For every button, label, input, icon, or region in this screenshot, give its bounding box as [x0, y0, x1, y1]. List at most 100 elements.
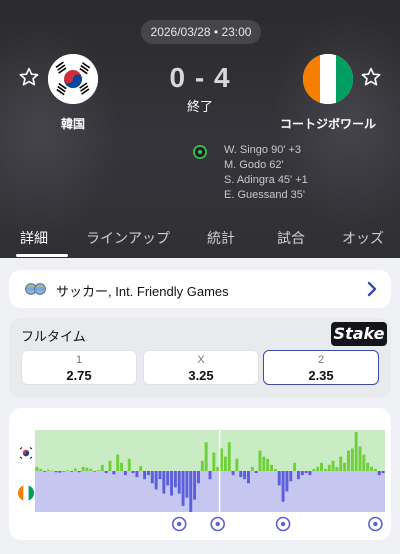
- tab-stats[interactable]: 統計: [207, 228, 235, 248]
- home-momentum-bar: [354, 432, 358, 471]
- tab-odds[interactable]: オッズ: [342, 228, 384, 248]
- south-korea-flag-icon[interactable]: [48, 54, 98, 104]
- goal-marker-ball-icon[interactable]: [210, 516, 225, 532]
- home-momentum-bar: [220, 448, 223, 471]
- odd-home-button[interactable]: 1 2.75: [21, 350, 137, 385]
- tab-lineups[interactable]: ラインアップ: [86, 228, 170, 248]
- away-momentum-bar: [239, 471, 243, 478]
- away-momentum-bar: [189, 471, 193, 512]
- scorer-item: M. Godo 62': [224, 159, 284, 171]
- home-momentum-bar: [47, 469, 50, 471]
- home-momentum-bar: [216, 466, 220, 471]
- attack-momentum-card: [9, 408, 391, 540]
- ivory-coast-small-flag-icon: [18, 485, 34, 501]
- home-momentum-bar: [266, 458, 270, 471]
- away-momentum-bar: [300, 471, 304, 476]
- home-momentum-bar: [35, 466, 39, 471]
- bookmaker-logo[interactable]: Stake: [331, 322, 387, 346]
- away-momentum-bar: [93, 471, 97, 472]
- away-momentum-bar: [162, 471, 166, 494]
- odds-card: フルタイム Stake 1 2.75 X 3.25 2 2.35: [9, 318, 391, 398]
- home-momentum-bar: [312, 468, 316, 471]
- match-status: 終了: [186, 99, 213, 114]
- away-momentum-bar: [170, 471, 173, 496]
- home-momentum-bar: [320, 462, 323, 471]
- odd-value: 3.25: [188, 368, 214, 383]
- away-momentum-bar: [185, 471, 189, 498]
- match-score: 0 - 4: [169, 62, 231, 93]
- home-momentum-bar: [362, 454, 366, 471]
- home-momentum-bar: [350, 448, 354, 471]
- away-momentum-bar: [131, 471, 135, 474]
- home-momentum-bar: [331, 460, 335, 471]
- away-momentum-bar: [377, 471, 381, 476]
- international-globe-icon: [25, 283, 46, 295]
- home-momentum-bar: [120, 462, 123, 471]
- away-momentum-bar: [243, 471, 247, 480]
- favorite-away-star-icon[interactable]: [360, 66, 382, 88]
- home-momentum-bar: [366, 462, 370, 471]
- home-momentum-bar: [39, 468, 43, 471]
- home-momentum-bar: [347, 450, 350, 471]
- away-momentum-bar: [77, 471, 81, 473]
- home-momentum-bar: [89, 468, 93, 471]
- odd-label: 1: [75, 354, 83, 366]
- goal-scorers-list: W. Singo 90' +3 M. Godo 62' S. Adingra 4…: [224, 143, 384, 203]
- south-korea-small-flag-icon: [18, 445, 34, 461]
- away-momentum-bar: [150, 471, 154, 484]
- home-momentum-bar: [200, 460, 204, 471]
- away-team-name[interactable]: コートジボワール: [268, 115, 388, 132]
- home-momentum-bar: [223, 456, 227, 471]
- away-momentum-bar: [304, 471, 308, 474]
- away-momentum-bar: [197, 471, 200, 484]
- away-momentum-bar: [181, 471, 185, 506]
- home-momentum-bar: [73, 468, 77, 471]
- home-momentum-bar: [293, 462, 297, 471]
- away-momentum-bar: [308, 471, 312, 476]
- home-momentum-bar: [339, 456, 343, 471]
- favorite-home-star-icon[interactable]: [18, 66, 40, 88]
- ivory-coast-flag-icon[interactable]: [303, 54, 353, 104]
- home-momentum-bar: [66, 470, 70, 471]
- away-momentum-bar: [112, 471, 116, 475]
- home-momentum-bar: [273, 468, 277, 471]
- home-momentum-bar: [81, 466, 85, 471]
- match-datetime: 2026/03/28 • 23:00: [141, 20, 261, 44]
- home-momentum-bar: [127, 458, 131, 471]
- home-momentum-bar: [97, 470, 100, 471]
- away-momentum-bar: [297, 471, 300, 480]
- attack-momentum-chart: [35, 430, 385, 532]
- league-row[interactable]: サッカー, Int. Friendly Games: [9, 270, 391, 308]
- away-momentum-bar: [177, 471, 181, 494]
- home-momentum-bar: [235, 458, 239, 471]
- home-momentum-bar: [50, 470, 54, 472]
- goal-marker-ball-icon[interactable]: [275, 516, 291, 532]
- tab-matches[interactable]: 試合: [277, 228, 305, 248]
- match-tabs: 詳細 ラインアップ 統計 試合 オッズ: [0, 222, 400, 258]
- odds-period-title: フルタイム: [21, 329, 86, 344]
- odd-away-button[interactable]: 2 2.35: [263, 350, 379, 385]
- away-momentum-bar: [135, 471, 139, 478]
- away-momentum-bar: [277, 471, 281, 486]
- goal-marker-ball-icon[interactable]: [171, 516, 187, 532]
- odd-value: 2.35: [308, 368, 334, 383]
- scorer-item: W. Singo 90' +3: [224, 144, 302, 156]
- goal-marker-ball-icon[interactable]: [368, 516, 383, 532]
- home-momentum-bar: [262, 456, 266, 471]
- away-momentum-bar: [166, 471, 170, 486]
- away-momentum-bar: [193, 471, 197, 500]
- home-momentum-bar: [323, 468, 327, 471]
- tab-details[interactable]: 詳細: [20, 228, 48, 248]
- home-team-name[interactable]: 韓国: [40, 115, 106, 132]
- home-momentum-bar: [212, 452, 216, 471]
- content-background: [0, 258, 400, 268]
- home-momentum-bar: [316, 466, 320, 471]
- odd-draw-button[interactable]: X 3.25: [143, 350, 259, 385]
- odd-label: 2: [317, 354, 325, 366]
- away-momentum-bar: [123, 471, 127, 476]
- home-momentum-bar: [270, 464, 273, 471]
- home-momentum-bar: [227, 442, 231, 471]
- chevron-right-icon: [367, 281, 377, 297]
- away-momentum-bar: [231, 471, 235, 476]
- away-momentum-bar: [158, 471, 162, 480]
